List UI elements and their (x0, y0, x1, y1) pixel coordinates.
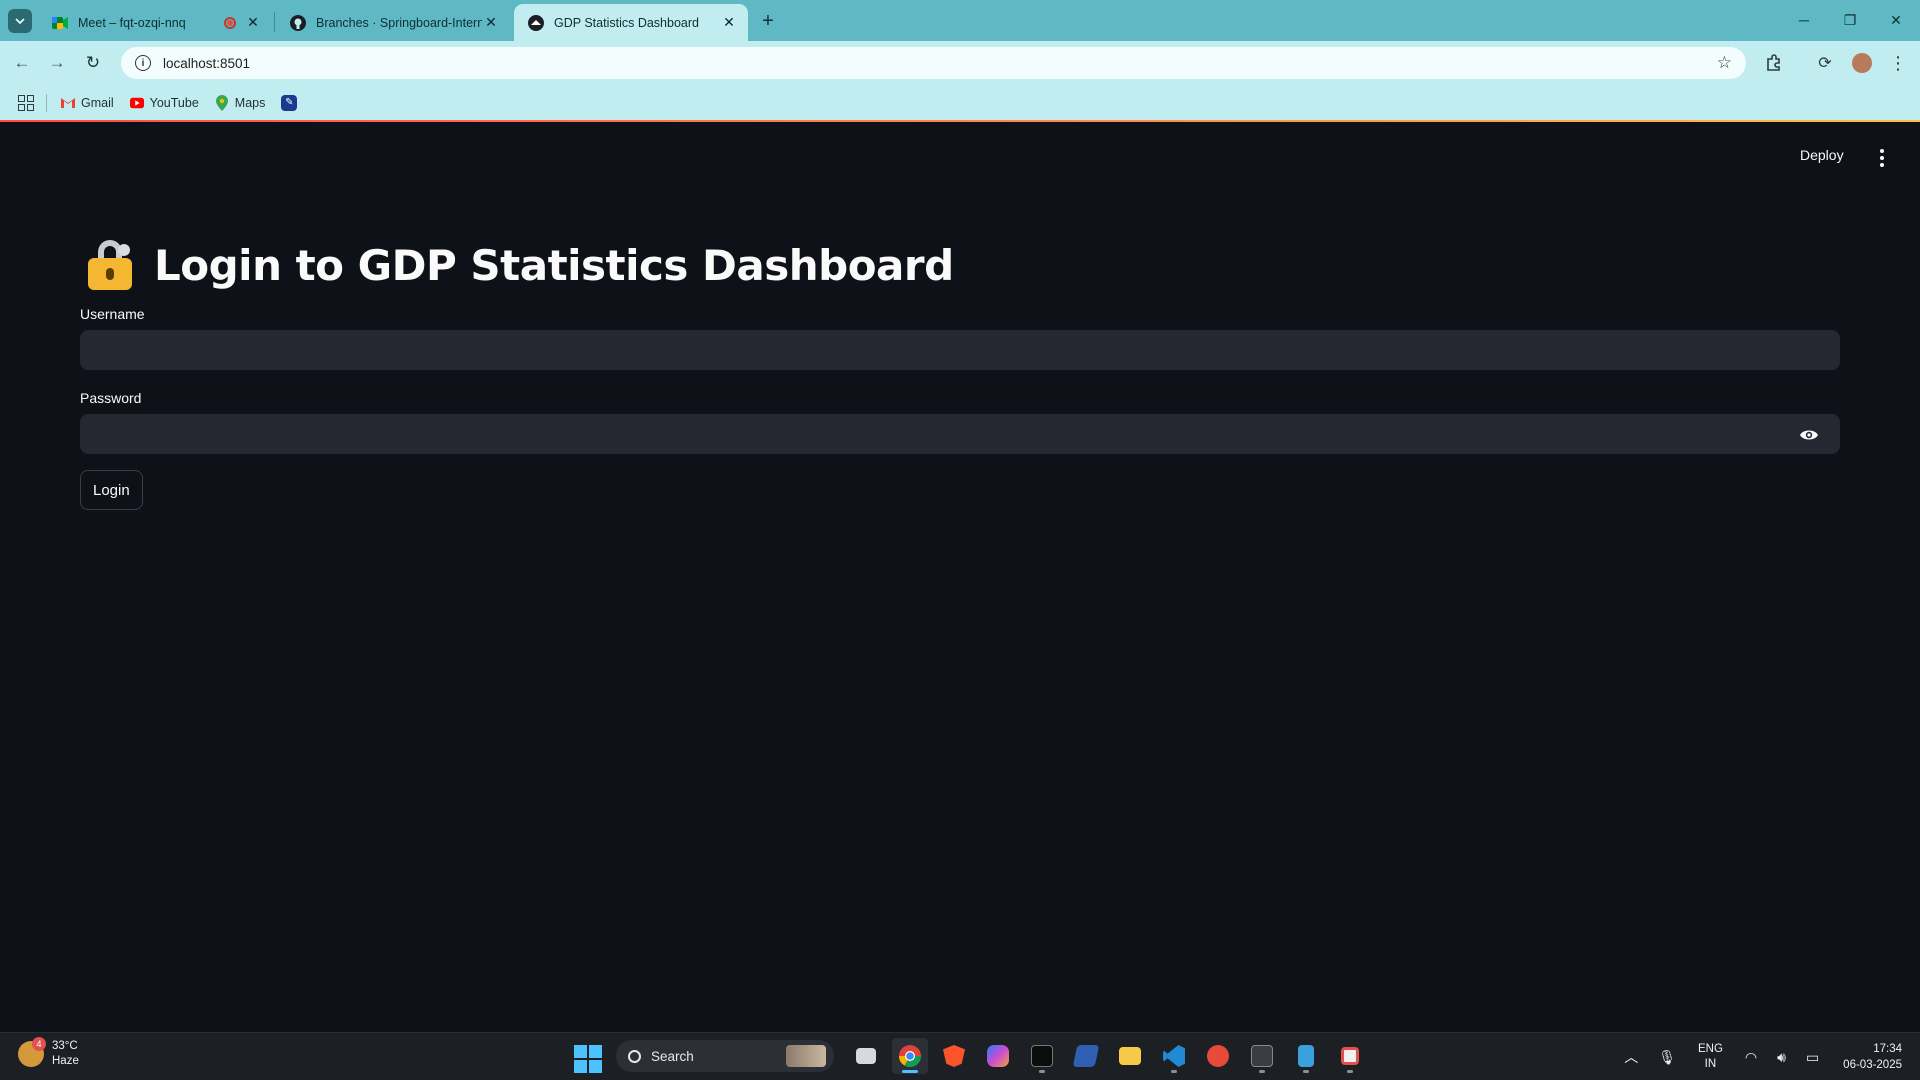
tab-meet[interactable]: Meet – fqt-ozqi-nnq ✕ (38, 4, 272, 41)
weather-desc: Haze (52, 1055, 79, 1067)
tab-gdp-dashboard[interactable]: GDP Statistics Dashboard ✕ (514, 4, 748, 41)
streamlit-icon (528, 14, 544, 31)
bookmark-maps[interactable]: Maps (215, 94, 266, 111)
forward-button[interactable]: → (44, 50, 70, 76)
maps-icon (215, 94, 229, 111)
chevron-down-icon (15, 18, 25, 25)
new-tab-button[interactable]: + (756, 9, 780, 33)
username-input[interactable] (80, 330, 1840, 370)
username-label: Username (80, 306, 145, 322)
tab-strip: Meet – fqt-ozqi-nnq ✕ Branches · Springb… (0, 0, 1920, 41)
wps-office-icon[interactable] (1200, 1038, 1236, 1074)
password-label: Password (80, 390, 142, 406)
page-title: Login to GDP Statistics Dashboard (154, 240, 954, 290)
search-label: Search (651, 1048, 694, 1064)
bookmark-gmail[interactable]: Gmail (61, 96, 114, 110)
password-input[interactable] (80, 414, 1840, 454)
profile-avatar[interactable] (1850, 51, 1874, 75)
show-password-icon[interactable] (1799, 427, 1819, 443)
clock-date: 06-03-2025 (1843, 1059, 1902, 1071)
system-tray: ︿ 🎙︎ ENG IN ◠ 🔊︎ ▭ 17:34 06-03-2025 (1614, 1033, 1920, 1080)
wifi-icon[interactable]: ◠ (1745, 1049, 1757, 1066)
minimize-button[interactable]: ─ (1781, 6, 1827, 34)
lang-bottom: IN (1704, 1058, 1717, 1070)
address-bar[interactable]: i localhost:8501 ☆ (121, 47, 1746, 79)
avatar (1852, 53, 1872, 73)
sync-icon[interactable]: ⟳ (1813, 51, 1837, 75)
main-menu-icon[interactable] (1872, 146, 1892, 170)
bookmark-youtube[interactable]: YouTube (129, 95, 199, 110)
restore-button[interactable]: ❐ (1827, 6, 1873, 34)
brave-icon[interactable] (936, 1038, 972, 1074)
bookmark-unnamed[interactable]: ✎ (281, 94, 303, 111)
search-icon (628, 1049, 641, 1063)
search-highlight-image (786, 1045, 826, 1067)
taskbar: 4 33°C Haze Search ︿ 🎙︎ ENG IN ◠ 🔊︎ ▭ 17… (0, 1032, 1920, 1080)
snipping-tool-icon[interactable] (1332, 1038, 1368, 1074)
chevron-up-icon[interactable]: ︿ (1624, 1047, 1638, 1067)
notepad-icon[interactable] (1288, 1038, 1324, 1074)
back-button[interactable]: ← (9, 50, 35, 76)
tab-title: Meet – fqt-ozqi-nnq (78, 15, 186, 30)
windows-start-icon[interactable] (574, 1044, 602, 1073)
tab-title: GDP Statistics Dashboard (554, 15, 699, 30)
tab-title: Branches · Springboard-Internsh (316, 15, 482, 30)
apps-grid-icon[interactable] (18, 94, 34, 111)
extensions-icon[interactable] (1762, 51, 1786, 75)
microphone-icon[interactable]: 🎙︎ (1658, 1049, 1676, 1066)
taskbar-search[interactable]: Search (616, 1040, 834, 1072)
reload-button[interactable]: ↻ (80, 50, 106, 76)
github-icon (290, 14, 306, 31)
app-header: Deploy (0, 122, 1920, 194)
browser-chrome: Meet – fqt-ozqi-nnq ✕ Branches · Springb… (0, 0, 1920, 122)
language-indicator[interactable]: ENG IN (1698, 1042, 1723, 1072)
login-button[interactable]: Login (80, 470, 143, 510)
bookmark-label: Gmail (81, 95, 114, 110)
bookmarks-separator (46, 93, 47, 112)
close-icon[interactable]: ✕ (482, 14, 500, 32)
tab-search-button[interactable] (8, 9, 32, 33)
task-view-icon[interactable] (848, 1038, 884, 1074)
volume-icon[interactable]: 🔊︎ (1777, 1049, 1786, 1066)
google-meet-icon (52, 15, 68, 31)
gmail-icon (61, 96, 75, 110)
bookmark-label: YouTube (149, 95, 199, 110)
login-form: Login to GDP Statistics Dashboard Userna… (80, 230, 1840, 510)
lock-with-key-icon (88, 240, 132, 290)
notification-badge: 4 (32, 1037, 46, 1051)
site-info-icon[interactable]: i (135, 55, 151, 71)
bookmark-logo-icon: ✎ (281, 94, 298, 111)
terminal-icon[interactable] (1024, 1038, 1060, 1074)
lang-top: ENG (1697, 1043, 1723, 1055)
chrome-icon[interactable] (892, 1038, 928, 1074)
vscode-icon[interactable] (1156, 1038, 1192, 1074)
youtube-icon (129, 96, 144, 110)
browser-menu-icon[interactable]: ⋮ (1886, 51, 1910, 75)
windows-terminal-icon[interactable] (1244, 1038, 1280, 1074)
tab-github[interactable]: Branches · Springboard-Internsh ✕ (276, 4, 510, 41)
weather-temp: 33°C (52, 1040, 78, 1052)
close-icon[interactable]: ✕ (720, 14, 738, 32)
bookmark-star-icon[interactable]: ☆ (1717, 53, 1732, 73)
taskbar-apps: Search (570, 1038, 1372, 1074)
browser-toolbar: ← → ↻ i localhost:8501 ☆ ⟳ ⋮ (0, 41, 1920, 85)
battery-icon[interactable]: ▭ (1806, 1049, 1819, 1066)
url-text: localhost:8501 (163, 55, 251, 71)
weather-icon: 4 (18, 1037, 46, 1067)
page-heading: Login to GDP Statistics Dashboard (80, 230, 1840, 300)
bookmarks-bar: Gmail YouTube Maps ✎ (0, 85, 1920, 120)
recording-icon (224, 16, 236, 29)
file-explorer-icon[interactable] (1112, 1038, 1148, 1074)
bookmark-label: Maps (234, 95, 266, 110)
close-icon[interactable]: ✕ (244, 14, 262, 32)
clock-time: 17:34 (1873, 1043, 1902, 1055)
deploy-button[interactable]: Deploy (1800, 147, 1844, 163)
tab-separator (274, 12, 275, 32)
powershell-icon[interactable] (1068, 1038, 1104, 1074)
close-window-button[interactable]: ✕ (1873, 6, 1919, 34)
weather-widget[interactable]: 4 33°C Haze (18, 1037, 79, 1069)
copilot-icon[interactable] (980, 1038, 1016, 1074)
clock[interactable]: 17:34 06-03-2025 (1843, 1041, 1902, 1073)
